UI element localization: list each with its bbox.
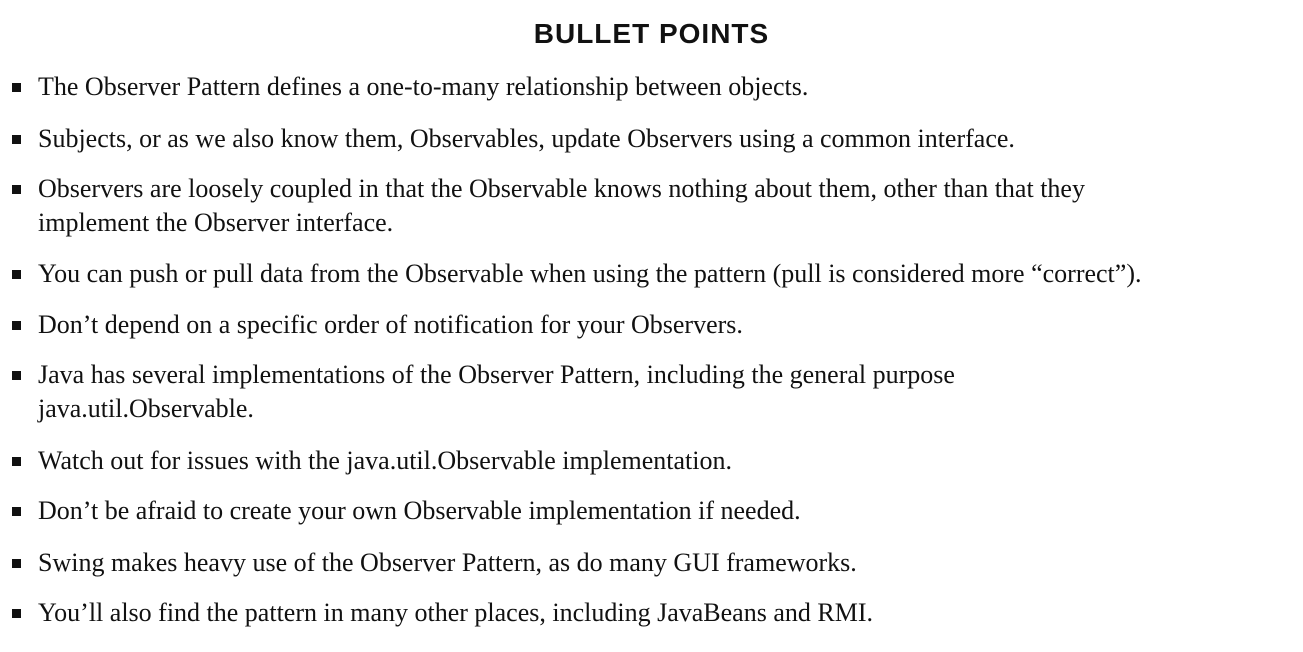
bullet-marker-icon <box>12 83 21 92</box>
bullet-item: Subjects, or as we also know them, Obser… <box>0 122 1303 156</box>
bullet-item: Don’t depend on a specific order of noti… <box>0 308 1303 342</box>
bullet-item: Swing makes heavy use of the Observer Pa… <box>0 546 1303 580</box>
bullet-text-line: You can push or pull data from the Obser… <box>38 259 1142 288</box>
bullet-marker-icon <box>12 457 21 466</box>
bullet-text-line: Observers are loosely coupled in that th… <box>38 174 1085 203</box>
bullet-text-line: Subjects, or as we also know them, Obser… <box>38 124 1015 153</box>
bullet-points-page: BULLET POINTS The Observer Pattern defin… <box>0 0 1303 652</box>
bullet-marker-icon <box>12 371 21 380</box>
bullet-marker-icon <box>12 609 21 618</box>
bullet-item: Java has several implementations of the … <box>0 358 1303 426</box>
bullet-text-line: Java has several implementations of the … <box>38 360 955 389</box>
bullet-text-line: Swing makes heavy use of the Observer Pa… <box>38 548 857 577</box>
bullet-text-line: Don’t depend on a specific order of noti… <box>38 310 743 339</box>
bullet-item: The Observer Pattern defines a one-to-ma… <box>0 70 1303 104</box>
bullet-text-line: The Observer Pattern defines a one-to-ma… <box>38 72 809 101</box>
bullet-text-line: implement the Observer interface. <box>38 208 394 237</box>
bullet-text-line: You’ll also find the pattern in many oth… <box>38 598 873 627</box>
bullet-text-line: Don’t be afraid to create your own Obser… <box>38 496 801 525</box>
bullet-marker-icon <box>12 507 21 516</box>
bullet-marker-icon <box>12 185 21 194</box>
bullet-marker-icon <box>12 559 21 568</box>
bullet-item: You’ll also find the pattern in many oth… <box>0 596 1303 630</box>
bullet-marker-icon <box>12 321 21 330</box>
page-title: BULLET POINTS <box>533 18 770 49</box>
bullet-item: You can push or pull data from the Obser… <box>0 257 1303 291</box>
bullet-item: Don’t be afraid to create your own Obser… <box>0 494 1303 528</box>
bullet-marker-icon <box>12 270 21 279</box>
bullet-marker-icon <box>12 135 21 144</box>
bullet-text-line: java.util.Observable. <box>38 394 254 423</box>
bullet-item: Observers are loosely coupled in that th… <box>0 172 1303 240</box>
bullet-item: Watch out for issues with the java.util.… <box>0 444 1303 478</box>
bullet-text-line: Watch out for issues with the java.util.… <box>38 446 732 475</box>
